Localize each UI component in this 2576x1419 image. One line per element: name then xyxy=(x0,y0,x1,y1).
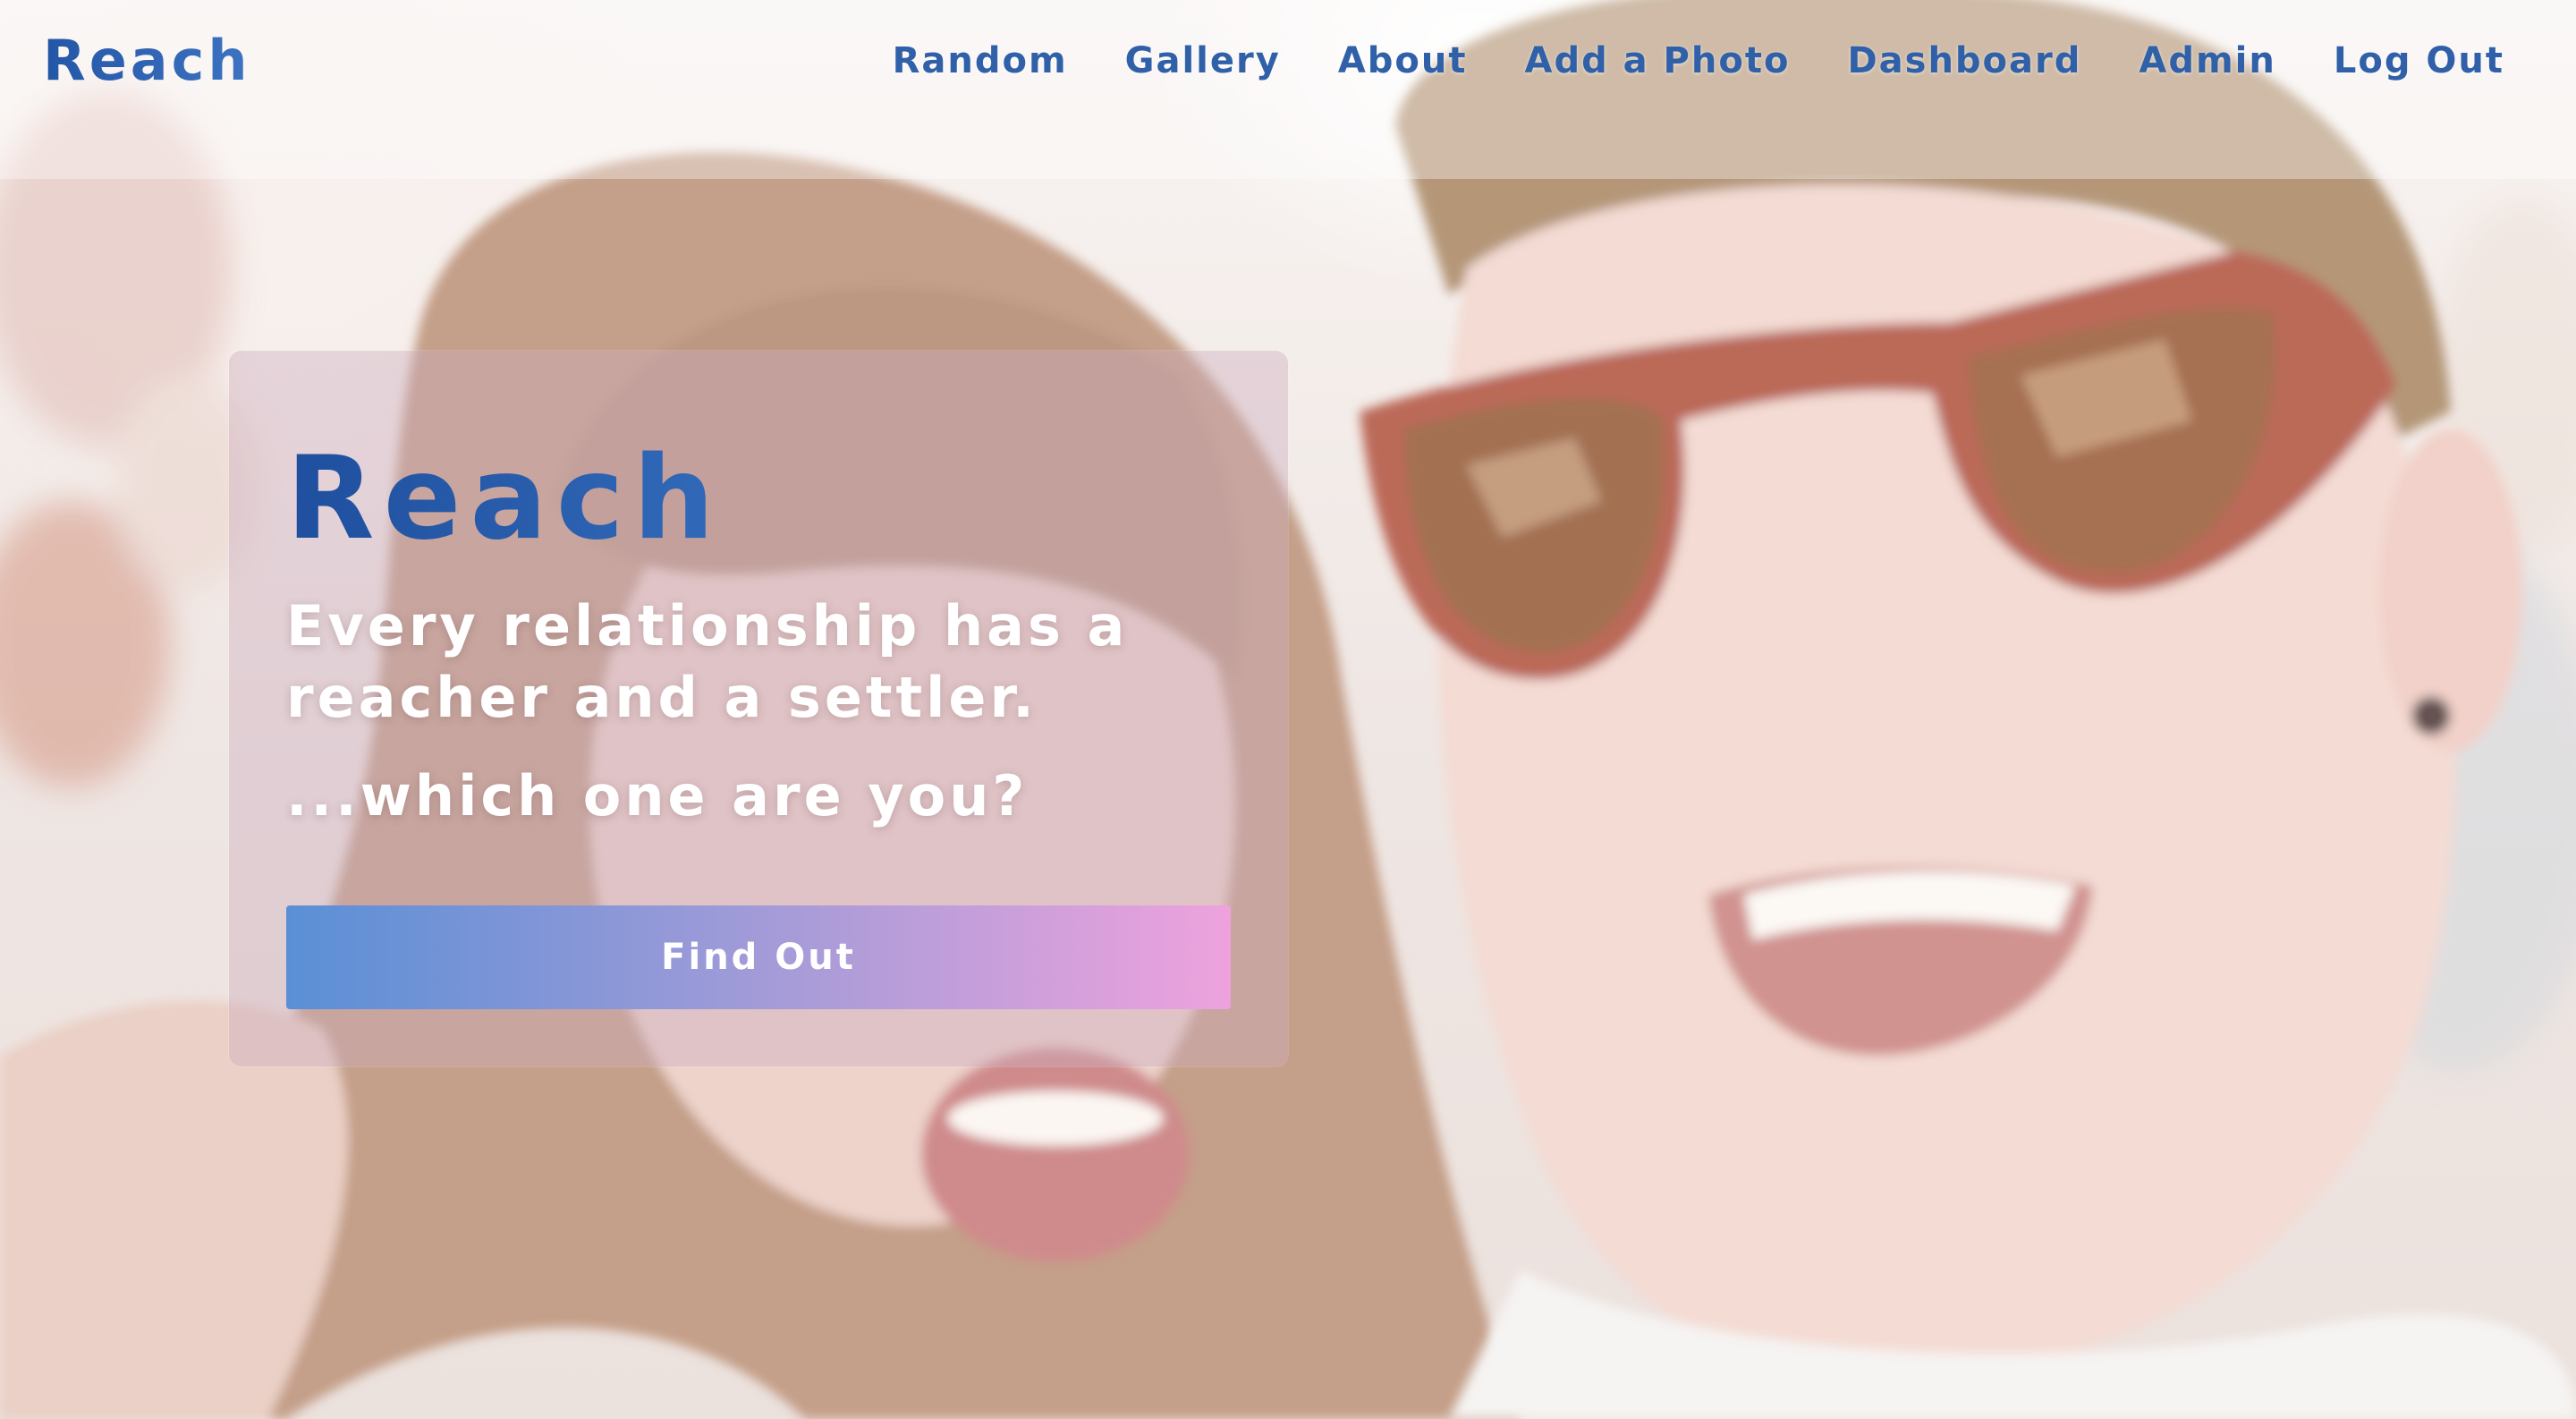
nav-link-random[interactable]: Random xyxy=(893,36,1068,86)
nav-link-about[interactable]: About xyxy=(1338,36,1468,86)
nav-link-dashboard[interactable]: Dashboard xyxy=(1847,36,2081,86)
nav-link-gallery[interactable]: Gallery xyxy=(1125,36,1281,86)
nav-link-admin[interactable]: Admin xyxy=(2139,36,2275,86)
hero-card: Reach Every relationship has a reacher a… xyxy=(229,351,1288,1066)
nav-link-log-out[interactable]: Log Out xyxy=(2334,36,2504,86)
find-out-button[interactable]: Find Out xyxy=(286,905,1231,1009)
hero-question: ...which one are you? xyxy=(286,763,1029,828)
hero-title: Reach xyxy=(286,432,724,565)
nav-link-add-photo[interactable]: Add a Photo xyxy=(1524,36,1790,86)
hero-tagline: Every relationship has a reacher and a s… xyxy=(286,593,1129,730)
top-navbar: Reach Random Gallery About Add a Photo D… xyxy=(0,0,2576,125)
nav-links: Random Gallery About Add a Photo Dashboa… xyxy=(893,36,2504,86)
brand-logo-link[interactable]: Reach xyxy=(43,27,251,95)
